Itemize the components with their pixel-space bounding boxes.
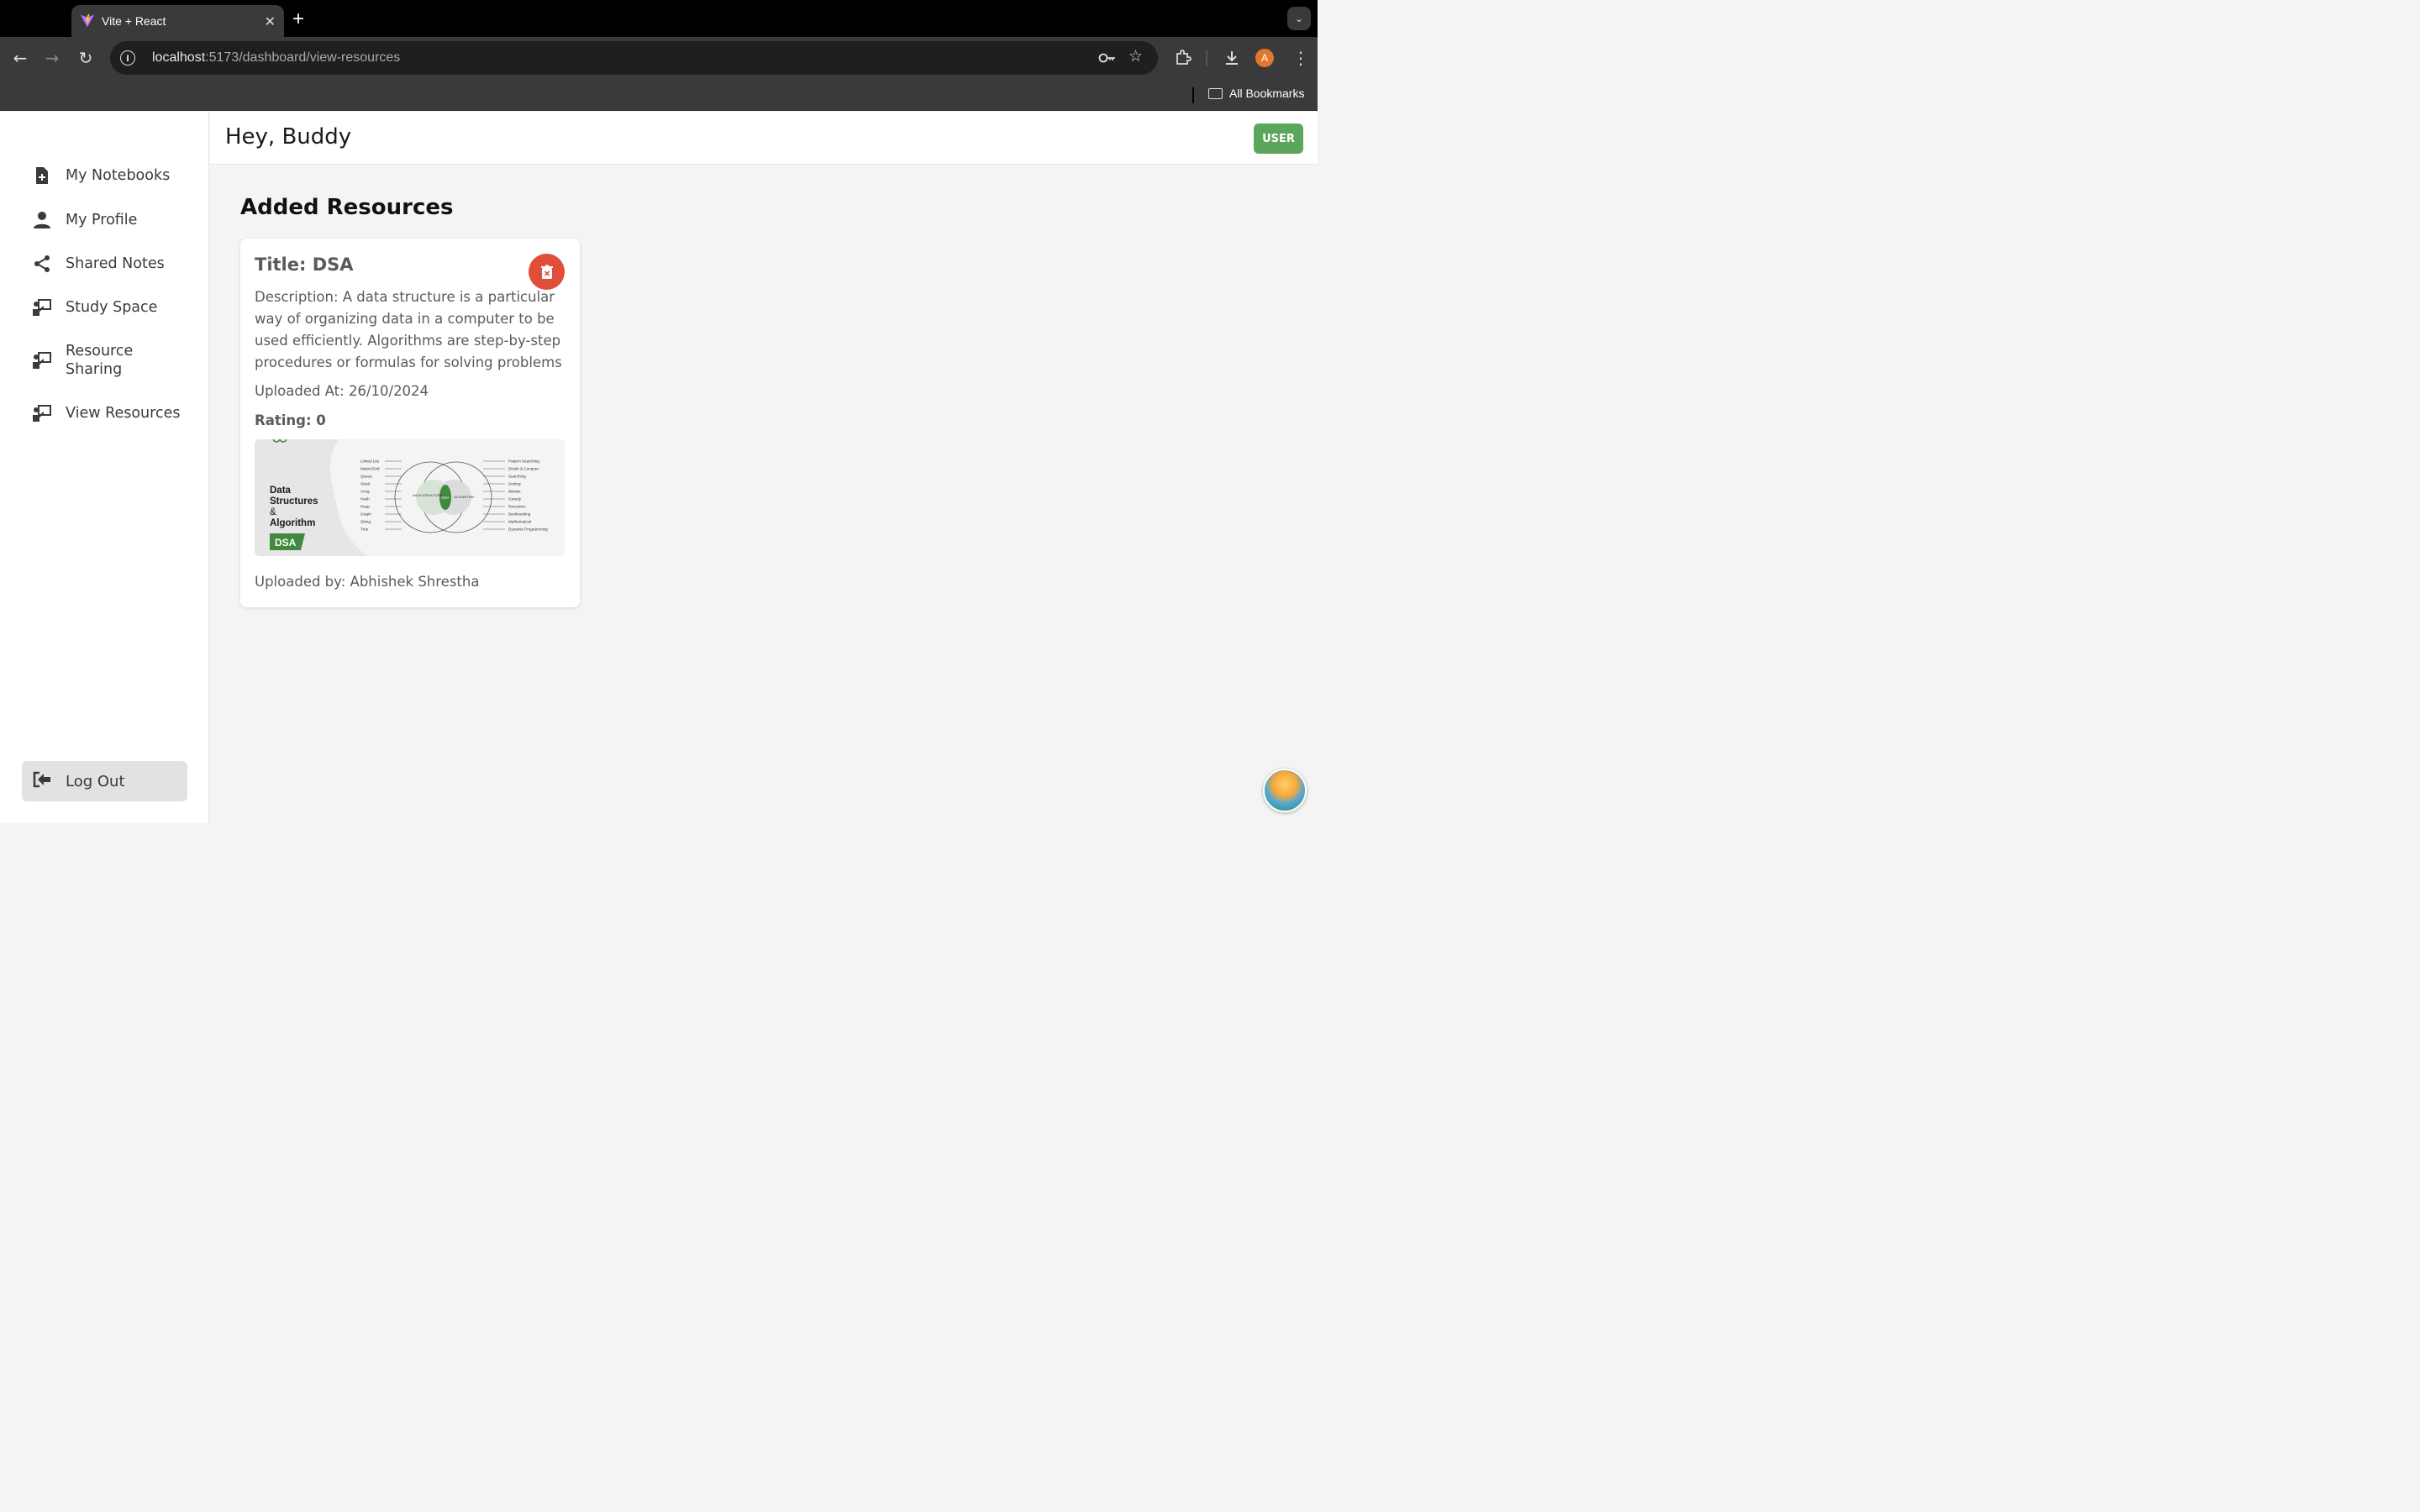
greeting-title: Hey, Buddy [225, 124, 352, 150]
left-topic-label: String [360, 520, 371, 524]
trash-icon [540, 265, 553, 279]
circle-center-label: DSA [441, 496, 449, 500]
left-topic-label: Queue [360, 475, 372, 479]
left-topic-label: Graph [360, 512, 371, 517]
all-bookmarks-label: All Bookmarks [1229, 87, 1305, 100]
image-heading-4: Algorithm [270, 518, 315, 528]
left-topic-label: Array [360, 490, 371, 494]
all-bookmarks-button[interactable]: All Bookmarks [1208, 87, 1304, 100]
person-icon [32, 210, 52, 230]
sidebar-item-label: Resource Sharing [66, 343, 134, 378]
browser-tabstrip: Vite + React ✕ + ⌄ [0, 0, 1318, 37]
sidebar-item-shared-notes[interactable]: Shared Notes [32, 254, 192, 274]
password-key-icon[interactable] [1098, 50, 1117, 66]
url-path: :5173/dashboard/view-resources [205, 50, 401, 65]
share-icon [32, 254, 52, 274]
logout-label: Log Out [66, 772, 125, 790]
menu-kebab-icon[interactable]: ⋮ [1292, 48, 1309, 68]
bookmarks-divider [1192, 87, 1194, 103]
right-topic-label: Mathematical [508, 520, 531, 524]
circle-right-label: ALGORITHM [454, 495, 474, 499]
teacher-icon [32, 403, 52, 423]
address-bar[interactable]: i localhost:5173/dashboard/view-resource… [110, 41, 1158, 75]
profile-avatar[interactable]: A [1255, 49, 1274, 67]
sidebar-item-resource-sharing[interactable]: Resource Sharing [32, 342, 158, 379]
logout-button[interactable]: Log Out [22, 761, 187, 801]
tab-title: Vite + React [102, 14, 166, 28]
forward-arrow-icon[interactable]: → [42, 48, 62, 68]
resource-rating: Rating: 0 [255, 412, 326, 428]
reload-icon[interactable]: ↻ [76, 48, 96, 68]
right-topic-label: Pattern Searching [508, 459, 539, 464]
browser-toolbar: ← → ↻ i localhost:5173/dashboard/view-re… [0, 37, 1318, 79]
sidebar-item-label: My Profile [66, 212, 138, 228]
sidebar-item-label: View Resources [66, 405, 181, 422]
teacher-icon [32, 350, 52, 370]
folder-icon [1208, 87, 1223, 99]
left-topic-label: Matrix/Grid [360, 467, 380, 471]
new-tab-button[interactable]: + [292, 8, 304, 31]
tab-search-button[interactable]: ⌄ [1287, 7, 1311, 30]
sidebar: My Notebooks My Profile Shared Notes Stu… [0, 112, 209, 823]
add-file-icon [32, 165, 52, 186]
dsa-diagram-image: Data Structures & Algorithm DSA DATA STR… [255, 439, 565, 556]
right-topic-label: Dynamic Programming [508, 528, 548, 532]
logout-icon [32, 770, 52, 793]
chevron-down-icon: ⌄ [1294, 13, 1304, 24]
sidebar-item-study-space[interactable]: Study Space [32, 297, 192, 318]
floating-avatar-button[interactable] [1263, 769, 1307, 812]
toolbar-divider [1206, 50, 1207, 66]
right-topic-label: Divide & Conquer [508, 467, 539, 471]
left-topic-label: Heap [360, 505, 370, 509]
site-info-icon[interactable]: i [120, 50, 135, 66]
right-topic-label: Searching [508, 475, 526, 479]
page-title: Added Resources [240, 195, 454, 220]
image-heading-1: Data [270, 486, 292, 496]
sidebar-item-label: Study Space [66, 299, 158, 316]
right-topic-label: Bitwise [508, 490, 521, 494]
right-topic-label: Greedy [508, 497, 522, 501]
resource-title: Title: DSA [255, 255, 354, 275]
delete-resource-button[interactable] [529, 254, 565, 290]
left-topic-label: Linked List [360, 459, 380, 464]
resource-uploaded-at: Uploaded At: 26/10/2024 [255, 383, 429, 399]
url-text[interactable]: localhost:5173/dashboard/view-resources [152, 50, 400, 66]
app-header: Hey, Buddy USER [210, 112, 1318, 165]
download-icon[interactable] [1223, 49, 1241, 67]
teacher-icon [32, 297, 52, 318]
bookmarks-bar: All Bookmarks [0, 79, 1318, 111]
sidebar-item-label: My Notebooks [66, 167, 171, 184]
user-role-button[interactable]: USER [1254, 123, 1303, 154]
browser-tab[interactable]: Vite + React ✕ [71, 5, 284, 37]
sidebar-item-view-resources[interactable]: View Resources [32, 403, 192, 423]
right-topic-label: Sorting [508, 482, 521, 486]
resource-card: Title: DSA Description: A data structure… [240, 239, 580, 607]
url-host: localhost [152, 50, 206, 65]
resource-uploaded-by: Uploaded by: Abhishek Shrestha [255, 574, 480, 590]
sidebar-item-my-notebooks[interactable]: My Notebooks [32, 165, 192, 186]
image-heading-2: Structures [270, 496, 318, 507]
dsa-badge-text: DSA [275, 537, 297, 549]
tab-close-icon[interactable]: ✕ [265, 13, 276, 29]
left-topic-label: Hash [360, 497, 370, 501]
right-topic-label: Recursion [508, 505, 526, 509]
left-topic-label: Stack [360, 482, 371, 486]
resource-description: Description: A data structure is a parti… [255, 289, 562, 370]
sidebar-item-label: Shared Notes [66, 255, 165, 272]
image-heading-3: & [270, 507, 276, 517]
extensions-icon[interactable] [1174, 49, 1192, 67]
back-arrow-icon[interactable]: ← [10, 48, 30, 68]
right-topic-label: Backtracking [508, 512, 531, 517]
resource-thumbnail[interactable]: Data Structures & Algorithm DSA DATA STR… [255, 439, 565, 556]
left-topic-label: Tree [360, 528, 369, 532]
circle-left-label: DATA STRUCTURE [413, 493, 443, 497]
bookmark-star-icon[interactable]: ☆ [1128, 47, 1143, 66]
sidebar-item-my-profile[interactable]: My Profile [32, 210, 192, 230]
vite-logo-icon [80, 13, 95, 28]
